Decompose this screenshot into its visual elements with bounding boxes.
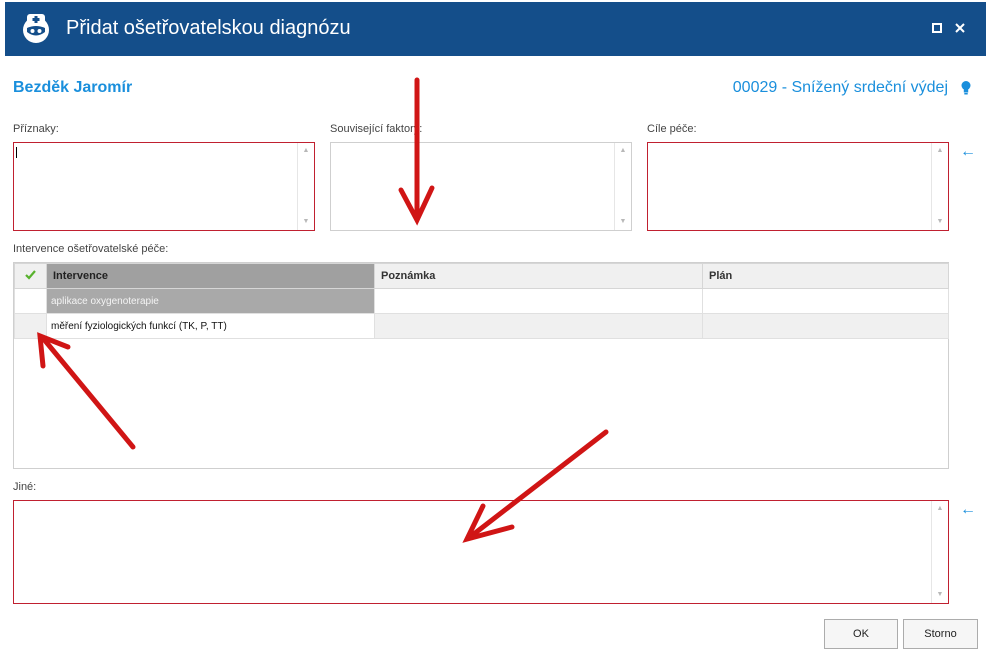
table-row[interactable]: aplikace oxygenoterapie (14, 288, 949, 314)
scroll-down-icon[interactable]: ▼ (298, 216, 314, 228)
title-bar: Přidat ošetřovatelskou diagnózu (0, 0, 991, 58)
other-value (14, 501, 948, 507)
plan-cell[interactable] (702, 288, 949, 314)
arrow-left-icon[interactable]: ← (960, 501, 976, 519)
row-checkbox[interactable] (14, 313, 47, 339)
interventions-grid[interactable]: Intervence Poznámka Plán aplikace oxygen… (13, 262, 949, 469)
row-checkbox[interactable] (14, 288, 47, 314)
cancel-button[interactable]: Storno (903, 619, 978, 649)
check-icon (25, 269, 36, 280)
note-cell[interactable] (374, 288, 703, 314)
care-goals-label: Cíle péče: (647, 123, 697, 135)
plan-cell[interactable] (702, 313, 949, 339)
scroll-up-icon[interactable]: ▲ (932, 503, 948, 515)
arrow-left-icon[interactable]: ← (960, 143, 976, 161)
column-header-intervence[interactable]: Intervence (46, 263, 375, 289)
table-header-row: Intervence Poznámka Plán (14, 263, 949, 289)
lightbulb-icon[interactable] (960, 80, 972, 96)
nurse-icon (23, 14, 49, 43)
close-icon (955, 23, 965, 33)
intervention-cell[interactable]: aplikace oxygenoterapie (46, 288, 375, 314)
symptoms-label: Příznaky: (13, 123, 59, 135)
ok-button[interactable]: OK (824, 619, 898, 649)
other-label: Jiné: (13, 481, 37, 493)
scroll-down-icon[interactable]: ▼ (932, 216, 948, 228)
maximize-icon (932, 23, 942, 33)
other-field[interactable]: ▲ ▼ (13, 500, 949, 604)
care-goals-field[interactable]: ▲ ▼ (647, 142, 949, 231)
select-column-header[interactable] (14, 263, 47, 289)
related-factors-label: Související faktory: (330, 123, 423, 135)
related-factors-field[interactable]: ▲ ▼ (330, 142, 632, 231)
table-row[interactable]: měření fyziologických funkcí (TK, P, TT) (14, 313, 949, 339)
maximize-button[interactable] (925, 16, 949, 40)
symptoms-value (14, 143, 314, 149)
diagnosis-title: 00029 - Snížený srdeční výdej (732, 79, 948, 96)
text-cursor (16, 147, 17, 158)
interventions-table: Intervence Poznámka Plán aplikace oxygen… (14, 263, 949, 339)
scroll-down-icon[interactable]: ▼ (932, 589, 948, 601)
column-header-poznamka[interactable]: Poznámka (374, 263, 703, 289)
note-cell[interactable] (374, 313, 703, 339)
symptoms-field[interactable]: ▲ ▼ (13, 142, 315, 231)
scroll-up-icon[interactable]: ▲ (932, 145, 948, 157)
care-goals-scrollbar[interactable]: ▲ ▼ (931, 143, 948, 230)
title-bar-background: Přidat ošetřovatelskou diagnózu (5, 2, 986, 56)
window-title: Přidat ošetřovatelskou diagnózu (66, 17, 351, 39)
scroll-up-icon[interactable]: ▲ (615, 145, 631, 157)
close-button[interactable] (948, 16, 972, 40)
related-factors-scrollbar[interactable]: ▲ ▼ (614, 143, 631, 230)
scroll-down-icon[interactable]: ▼ (615, 216, 631, 228)
scroll-up-icon[interactable]: ▲ (298, 145, 314, 157)
interventions-label: Intervence ošetřovatelské péče: (13, 243, 169, 255)
other-scrollbar[interactable]: ▲ ▼ (931, 501, 948, 603)
related-factors-value (331, 143, 631, 149)
patient-name: Bezděk Jaromír (13, 79, 133, 96)
column-header-plan[interactable]: Plán (702, 263, 949, 289)
intervention-cell[interactable]: měření fyziologických funkcí (TK, P, TT) (46, 313, 375, 339)
symptoms-scrollbar[interactable]: ▲ ▼ (297, 143, 314, 230)
care-goals-value (648, 143, 948, 149)
